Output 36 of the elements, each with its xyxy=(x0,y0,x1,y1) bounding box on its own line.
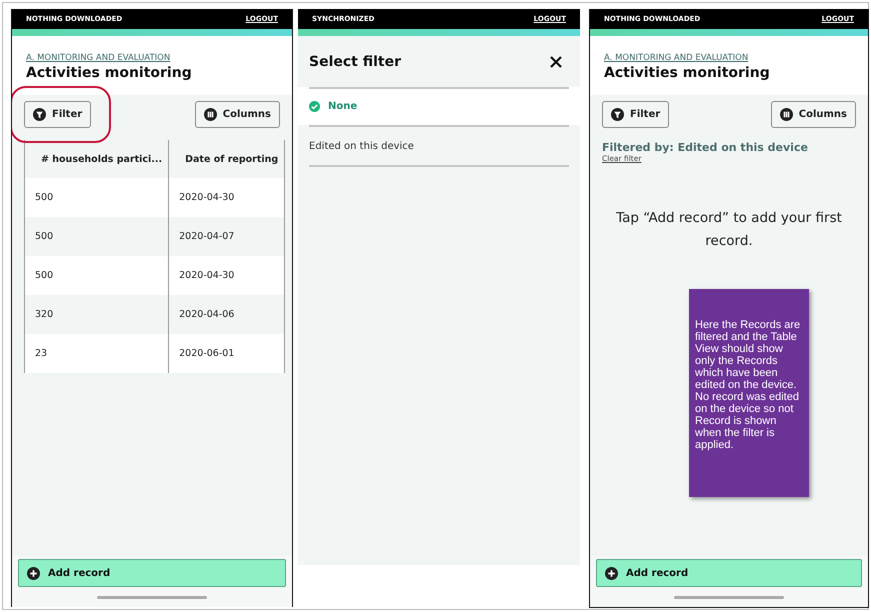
columns-icon xyxy=(780,108,793,121)
table-cell: 23 xyxy=(24,334,169,373)
check-icon xyxy=(309,100,320,112)
table-cell: 500 xyxy=(24,178,169,217)
breadcrumb-link[interactable]: A. MONITORING AND EVALUATION xyxy=(26,53,278,63)
filter-button[interactable]: Filter xyxy=(602,101,670,128)
columns-button[interactable]: Columns xyxy=(194,101,280,128)
page-title: Activities monitoring xyxy=(26,65,193,81)
table-cell: 320 xyxy=(24,295,169,334)
filter-icon xyxy=(33,108,46,121)
filter-summary: Filtered by: Edited on this device xyxy=(602,141,809,154)
breadcrumb-link[interactable]: A. MONITORING AND EVALUATION xyxy=(604,53,854,63)
plus-icon xyxy=(605,566,618,580)
column-header[interactable]: # households partici... xyxy=(24,140,169,178)
filter-icon xyxy=(611,108,624,121)
columns-button[interactable]: Columns xyxy=(770,101,856,128)
column-header[interactable]: Date of reporting xyxy=(168,140,285,178)
annotation-note: Here the Records are filtered and the Table View should show only the Records which have been edited on the device. No record was edited on the device so not Record is shown when the filter is applied. xyxy=(689,289,809,497)
add-record-button[interactable]: Add record xyxy=(596,559,862,587)
add-record-button[interactable]: Add record xyxy=(18,559,286,587)
table-cell: 500 xyxy=(24,217,169,256)
table-cell: 2020-04-06 xyxy=(168,295,285,334)
table-cell: 2020-04-30 xyxy=(168,256,285,295)
filter-option[interactable]: Edited on this device xyxy=(309,125,569,167)
dialog-title: Select filter xyxy=(309,54,402,70)
table-cell: 2020-04-30 xyxy=(168,178,285,217)
table-cell: 2020-04-07 xyxy=(168,217,285,256)
plus-icon xyxy=(27,566,40,580)
columns-icon xyxy=(204,108,217,121)
filter-option[interactable]: None xyxy=(298,87,580,125)
close-icon[interactable] xyxy=(550,56,562,68)
empty-message: Tap “Add record” to add your first record. xyxy=(615,209,843,251)
table-cell: 2020-06-01 xyxy=(168,334,285,373)
page-title: Activities monitoring xyxy=(604,65,771,81)
filter-button[interactable]: Filter xyxy=(24,101,92,128)
table-cell: 500 xyxy=(24,256,169,295)
